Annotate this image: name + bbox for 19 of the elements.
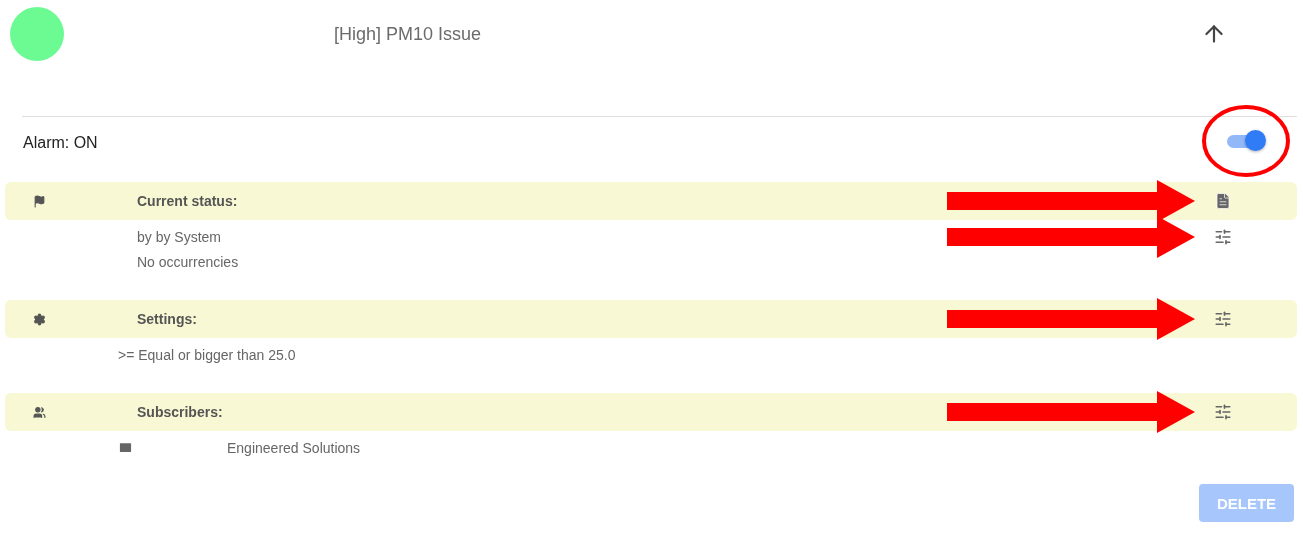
section-title: Settings:	[137, 311, 198, 327]
status-text: by by System	[137, 228, 223, 245]
alert-title: [High] PM10 Issue	[334, 23, 483, 45]
alarm-toggle[interactable]	[1227, 130, 1265, 152]
document-icon[interactable]	[1214, 192, 1232, 210]
flag-icon	[33, 194, 46, 208]
mail-icon	[118, 440, 133, 455]
status-text: No occurrencies	[137, 253, 240, 270]
sliders-icon[interactable]	[1214, 403, 1232, 421]
gear-icon	[33, 312, 46, 326]
sliders-icon[interactable]	[1214, 310, 1232, 328]
status-circle	[10, 7, 64, 61]
alarm-label: Alarm: ON	[23, 134, 98, 152]
people-icon	[33, 405, 46, 419]
section-title: Current status:	[137, 193, 239, 209]
sliders-icon[interactable]	[1214, 227, 1232, 246]
section-title: Subscribers:	[137, 404, 224, 420]
condition-text: >= Equal or bigger than 25.0	[118, 346, 297, 363]
subscriber-name: Engineered Solutions	[227, 439, 362, 456]
